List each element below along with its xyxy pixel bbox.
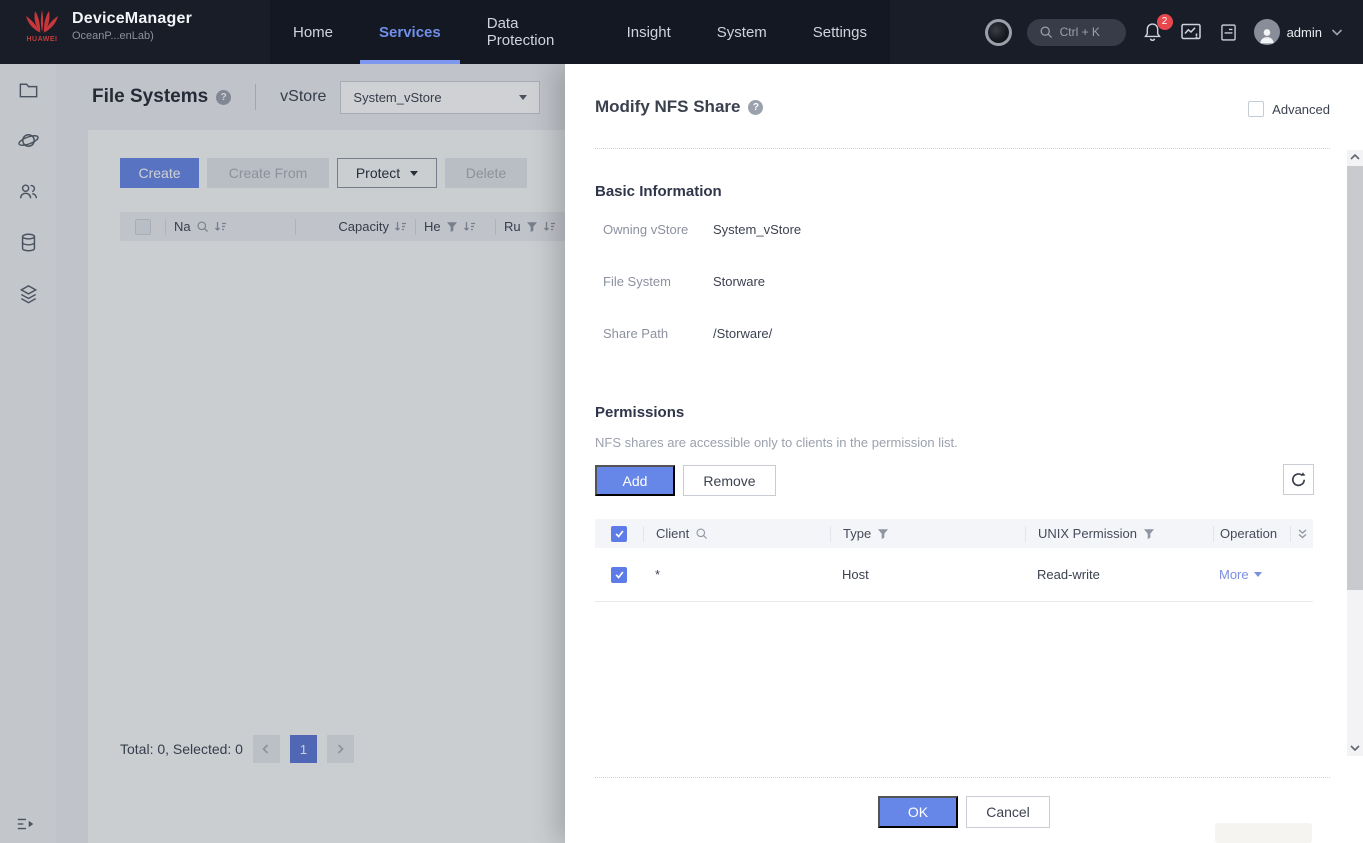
search-icon (695, 527, 708, 540)
file-system-label: File System (603, 274, 713, 289)
permissions-table-header: Client Type UNIX Permission Operation (595, 519, 1313, 548)
task-list-button[interactable] (1218, 22, 1239, 43)
refresh-icon (1290, 471, 1307, 488)
nav-tab-data-protection[interactable]: Data Protection (464, 0, 604, 64)
search-icon (1039, 25, 1053, 39)
chart-alert-icon (1179, 20, 1203, 44)
document-lines-icon (1218, 22, 1239, 43)
unix-permission-value: Read-write (1037, 567, 1100, 582)
add-button[interactable]: Add (595, 465, 675, 496)
share-path-row: Share Path /Storware/ (603, 326, 772, 341)
remove-button[interactable]: Remove (683, 465, 776, 496)
filter-icon (1143, 528, 1155, 540)
nav-tab-home[interactable]: Home (270, 0, 356, 64)
chevron-down-icon (1329, 24, 1345, 40)
nav-tab-system[interactable]: System (694, 0, 790, 64)
topbar: HUAWEI DeviceManager OceanP...enLab) Hom… (0, 0, 1363, 64)
share-path-value: /Storware/ (713, 326, 772, 341)
search-shortcut-label: Ctrl + K (1060, 25, 1100, 39)
col-type: Type (843, 526, 871, 541)
file-system-row: File System Storware (603, 274, 765, 289)
background-widget (1215, 823, 1312, 843)
chevron-down-icon (1350, 744, 1360, 752)
huawei-logo-icon: HUAWEI (22, 9, 62, 43)
col-unix-permission: UNIX Permission (1038, 526, 1137, 541)
avatar (1254, 19, 1280, 45)
capacity-sphere-icon[interactable] (985, 19, 1012, 46)
share-path-label: Share Path (603, 326, 713, 341)
cancel-button[interactable]: Cancel (966, 796, 1050, 828)
permissions-table: Client Type UNIX Permission Operation (595, 519, 1313, 602)
scroll-up-button[interactable] (1347, 149, 1363, 165)
username-label: admin (1287, 25, 1322, 40)
owning-vstore-label: Owning vStore (603, 222, 713, 237)
file-system-value: Storware (713, 274, 765, 289)
more-button[interactable]: More (1219, 567, 1262, 582)
row-checkbox[interactable] (611, 567, 627, 583)
filter-icon (877, 528, 889, 540)
select-all-checkbox[interactable] (611, 526, 627, 542)
huawei-wordmark: HUAWEI (27, 36, 58, 43)
notification-badge: 2 (1157, 14, 1173, 30)
performance-monitor-button[interactable] (1179, 20, 1203, 44)
permissions-toolbar: Add Remove (595, 465, 776, 496)
scroll-down-button[interactable] (1347, 740, 1363, 756)
advanced-checkbox[interactable] (1248, 101, 1264, 117)
scrollbar-thumb[interactable] (1347, 166, 1363, 590)
device-name: OceanP...enLab) (72, 30, 192, 42)
chevron-down-icon (1254, 572, 1262, 577)
nav-tab-insight[interactable]: Insight (604, 0, 694, 64)
advanced-label: Advanced (1272, 102, 1330, 117)
screen: HUAWEI DeviceManager OceanP...enLab) Hom… (0, 0, 1363, 843)
help-icon[interactable] (748, 100, 763, 115)
dialog-scrollbar[interactable] (1347, 150, 1363, 756)
owning-vstore-row: Owning vStore System_vStore (603, 222, 801, 237)
notifications-button[interactable]: 2 (1141, 21, 1164, 44)
chevron-up-icon (1350, 153, 1360, 161)
dialog-title: Modify NFS Share (595, 97, 740, 117)
global-search[interactable]: Ctrl + K (1027, 19, 1126, 46)
modify-nfs-share-dialog: Modify NFS Share Advanced Basic Informat… (565, 64, 1363, 843)
topbar-actions: Ctrl + K 2 admin (985, 0, 1345, 64)
column-config-icon (1297, 528, 1308, 540)
main-nav: Home Services Data Protection Insight Sy… (270, 0, 890, 64)
permissions-heading: Permissions (595, 404, 684, 421)
owning-vstore-value: System_vStore (713, 222, 801, 237)
col-operation: Operation (1220, 526, 1277, 541)
app-title: DeviceManager (72, 10, 192, 28)
ok-button[interactable]: OK (878, 796, 958, 828)
brand: HUAWEI DeviceManager OceanP...enLab) (22, 9, 192, 43)
advanced-toggle[interactable]: Advanced (1248, 101, 1330, 117)
user-menu[interactable]: admin (1254, 19, 1345, 45)
permission-row: * Host Read-write More (595, 548, 1313, 602)
more-label: More (1219, 567, 1249, 582)
basic-info-heading: Basic Information (595, 183, 722, 200)
refresh-button[interactable] (1283, 464, 1314, 495)
divider (595, 777, 1330, 778)
nav-tab-services[interactable]: Services (356, 0, 464, 64)
nav-tab-settings[interactable]: Settings (790, 0, 890, 64)
permissions-note: NFS shares are accessible only to client… (595, 435, 958, 450)
client-value: * (655, 567, 660, 582)
divider (595, 148, 1330, 149)
col-client: Client (656, 526, 689, 541)
type-value: Host (842, 567, 869, 582)
